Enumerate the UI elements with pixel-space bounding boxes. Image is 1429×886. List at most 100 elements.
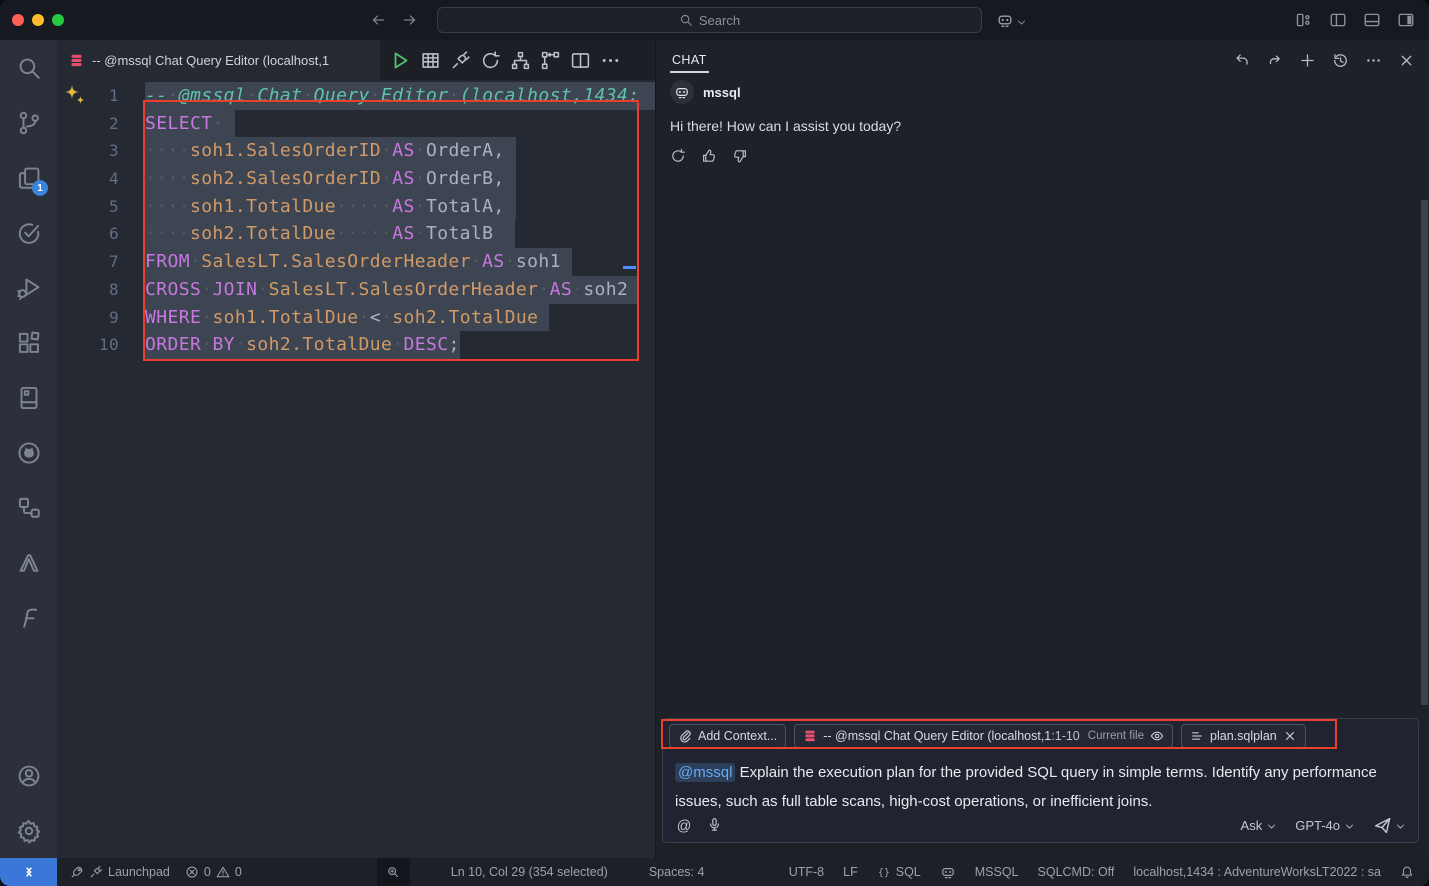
activity-item-github[interactable] xyxy=(0,425,57,480)
activity-item-extensions[interactable] xyxy=(0,315,57,370)
cursor-position-item[interactable]: Ln 10, Col 29 (354 selected) xyxy=(451,865,608,879)
launchpad-item[interactable]: Launchpad xyxy=(70,865,170,879)
close-icon[interactable] xyxy=(1283,729,1297,743)
copilot-status-item[interactable] xyxy=(940,864,956,880)
add-context-button[interactable]: Add Context... xyxy=(669,724,786,748)
activity-bar: 1 xyxy=(0,40,57,858)
chevron-down-icon xyxy=(1266,820,1277,831)
code-line[interactable]: 4····soh2.SalesOrderID·AS·OrderB, xyxy=(57,165,655,193)
model-dropdown[interactable]: GPT-4o xyxy=(1295,818,1355,833)
activity-item-testing[interactable] xyxy=(0,205,57,260)
toggle-panel-button[interactable] xyxy=(1363,11,1381,29)
regenerate-icon[interactable] xyxy=(670,148,686,164)
code-line[interactable]: 9WHERE·soh1.TotalDue·<·soh2.TotalDue xyxy=(57,304,655,332)
toggle-secondary-sidebar-button[interactable] xyxy=(1397,11,1415,29)
tab-chat[interactable]: CHAT xyxy=(670,43,709,77)
activity-item-explorer[interactable]: 1 xyxy=(0,150,57,205)
microphone-icon[interactable] xyxy=(707,817,722,834)
activity-item-notebook[interactable] xyxy=(0,370,57,425)
eye-icon[interactable] xyxy=(1150,729,1164,743)
code-editor[interactable]: 1--·@mssql·Chat·Query·Editor·(localhost,… xyxy=(57,80,655,858)
activity-item-source-control[interactable] xyxy=(0,95,57,150)
code-line[interactable]: 6····soh2.TotalDue·····AS·TotalB xyxy=(57,220,655,248)
maximize-window-button[interactable] xyxy=(52,14,64,26)
line-number: 10 xyxy=(57,331,145,359)
status-bar: Launchpad 0 0 Ln 10, Col 29 (354 selecte… xyxy=(0,858,1429,886)
line-number: 9 xyxy=(57,304,145,332)
close-icon[interactable] xyxy=(1398,52,1415,69)
mode-dropdown[interactable]: Ask xyxy=(1241,818,1278,833)
sqlcmd-label: SQLCMD: Off xyxy=(1038,865,1115,879)
mssql-item[interactable]: MSSQL xyxy=(975,865,1019,879)
line-number: 3 xyxy=(57,137,145,165)
send-button[interactable] xyxy=(1373,816,1406,835)
status-right: UTF-8 LF {} SQL MSSQL SQLCMD: Off localh… xyxy=(789,864,1429,880)
sqlcmd-item[interactable]: SQLCMD: Off xyxy=(1038,865,1115,879)
chat-scrollbar[interactable] xyxy=(1421,200,1428,705)
problems-item[interactable]: 0 0 xyxy=(185,865,242,879)
notebook-icon xyxy=(16,385,42,411)
results-grid-button[interactable] xyxy=(420,50,441,71)
language-item[interactable]: {} SQL xyxy=(877,865,921,879)
code-line[interactable]: 5····soh1.TotalDue·····AS·TotalA, xyxy=(57,193,655,221)
connection-item[interactable]: localhost,1434 : AdventureWorksLT2022 : … xyxy=(1133,865,1381,879)
activity-item-search[interactable] xyxy=(0,40,57,95)
zoom-indicator[interactable] xyxy=(377,858,410,886)
thumbs-down-icon[interactable] xyxy=(732,148,748,164)
context-chip-current-file[interactable]: -- @mssql Chat Query Editor (localhost,1… xyxy=(794,724,1173,748)
code-line[interactable]: 2SELECT· xyxy=(57,110,655,138)
forward-icon[interactable] xyxy=(401,11,419,29)
more-actions-button[interactable] xyxy=(600,50,621,71)
history-icon[interactable] xyxy=(1332,52,1349,69)
code-line[interactable]: 8CROSS·JOIN·SalesLT.SalesOrderHeader·AS·… xyxy=(57,276,655,304)
line-number: 1 xyxy=(57,82,145,110)
code-line[interactable]: 1--·@mssql·Chat·Query·Editor·(localhost,… xyxy=(57,82,655,110)
activity-item-remote-explorer[interactable] xyxy=(0,480,57,535)
toggle-primary-sidebar-button[interactable] xyxy=(1329,11,1347,29)
mode-label: Ask xyxy=(1241,818,1263,833)
context-chip-sqlplan[interactable]: plan.sqlplan xyxy=(1181,724,1306,748)
eol-item[interactable]: LF xyxy=(843,865,858,879)
undo-icon[interactable] xyxy=(1233,52,1250,69)
chat-input[interactable]: @mssql Explain the execution plan for th… xyxy=(663,753,1418,816)
copilot-menu-button[interactable] xyxy=(996,11,1027,29)
notifications-item[interactable] xyxy=(1400,865,1414,879)
editor-tab-bar: -- @mssql Chat Query Editor (localhost,1 xyxy=(57,40,655,80)
code-line[interactable]: 3····soh1.SalesOrderID·AS·OrderA, xyxy=(57,137,655,165)
activity-item-run-debug[interactable] xyxy=(0,260,57,315)
remote-indicator[interactable] xyxy=(0,858,57,886)
estimated-plan-button[interactable] xyxy=(510,50,531,71)
code-line[interactable]: 10ORDER·BY·soh2.TotalDue·DESC; xyxy=(57,331,655,359)
context-chip-label: plan.sqlplan xyxy=(1210,729,1277,743)
activity-item-settings[interactable] xyxy=(0,803,57,858)
rocket-icon xyxy=(70,865,84,879)
redo-icon[interactable] xyxy=(1266,52,1283,69)
cursor-position-label: Ln 10, Col 29 (354 selected) xyxy=(451,865,608,879)
split-editor-button[interactable] xyxy=(570,50,591,71)
indentation-item[interactable]: Spaces: 4 xyxy=(649,865,705,879)
more-icon[interactable] xyxy=(1365,52,1382,69)
minimize-window-button[interactable] xyxy=(32,14,44,26)
change-connection-button[interactable] xyxy=(480,50,501,71)
code-line[interactable]: 7FROM·SalesLT.SalesOrderHeader·AS·soh1 xyxy=(57,248,655,276)
mention-icon[interactable]: @ xyxy=(675,817,692,834)
thumbs-up-icon[interactable] xyxy=(701,148,717,164)
activity-item-azure[interactable] xyxy=(0,535,57,590)
new-chat-icon[interactable] xyxy=(1299,52,1316,69)
activity-item-f-extension[interactable] xyxy=(0,590,57,645)
activity-item-account[interactable] xyxy=(0,748,57,803)
disconnect-button[interactable] xyxy=(450,50,471,71)
copilot-icon xyxy=(940,864,956,880)
model-label: GPT-4o xyxy=(1295,818,1340,833)
chevron-down-icon xyxy=(1395,820,1406,831)
actual-plan-button[interactable] xyxy=(540,50,561,71)
github-icon xyxy=(16,440,42,466)
command-center-search[interactable]: Search xyxy=(437,7,982,33)
close-window-button[interactable] xyxy=(12,14,24,26)
encoding-item[interactable]: UTF-8 xyxy=(789,865,824,879)
errors-icon xyxy=(185,865,199,879)
customize-layout-button[interactable] xyxy=(1295,11,1313,29)
back-icon[interactable] xyxy=(369,11,387,29)
editor-tab[interactable]: -- @mssql Chat Query Editor (localhost,1 xyxy=(57,40,380,80)
run-query-button[interactable] xyxy=(390,50,411,71)
